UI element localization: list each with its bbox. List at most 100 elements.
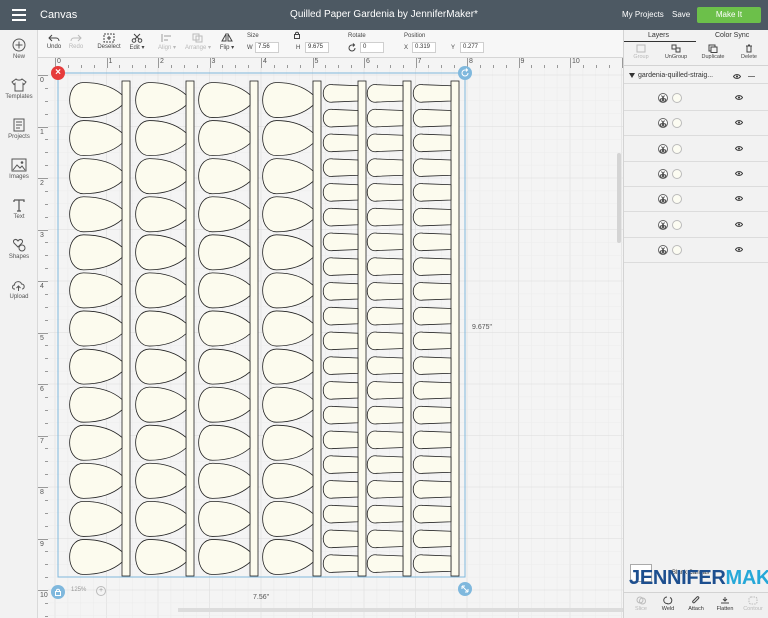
petal-strip	[135, 80, 195, 577]
sidebar-item-shapes[interactable]: Shapes	[0, 238, 38, 260]
height-field[interactable]: 9.675	[305, 42, 329, 53]
caret-down-icon[interactable]	[629, 73, 635, 78]
undo-button[interactable]: Undo	[44, 33, 64, 50]
petal-shape	[366, 183, 404, 202]
layer-row[interactable]	[624, 86, 768, 111]
layer-color-swatch[interactable]	[672, 143, 682, 154]
layer-row[interactable]	[624, 237, 768, 263]
flip-menu[interactable]: Flip ▾	[216, 33, 238, 51]
petal-shape	[412, 356, 452, 375]
undo-icon	[48, 34, 60, 42]
panel-tabs: Layers Color Sync	[624, 30, 768, 42]
flatten-button[interactable]: Flatten	[713, 596, 737, 612]
scissors-icon	[659, 95, 667, 102]
layer-group-row[interactable]: gardenia-quilled-straig...	[624, 70, 768, 84]
eye-icon[interactable]	[733, 74, 741, 79]
design-canvas[interactable]: 01234567891011012345678910 9.675" 7.56" …	[38, 58, 623, 618]
tab-layers[interactable]: Layers	[648, 32, 669, 39]
layer-row[interactable]	[624, 161, 768, 187]
my-projects-link[interactable]: My Projects	[622, 10, 664, 19]
sidebar-item-new[interactable]: New	[0, 38, 38, 60]
layer-color-swatch[interactable]	[672, 168, 682, 179]
eye-icon[interactable]	[735, 145, 743, 151]
strip-spine	[121, 80, 131, 577]
paperclip-icon	[692, 596, 700, 604]
ruler-tick	[299, 65, 301, 68]
layer-color-swatch[interactable]	[672, 194, 682, 205]
petal-shape	[322, 109, 359, 128]
lock-handle[interactable]	[51, 585, 65, 599]
canvas-drawing[interactable]	[38, 58, 623, 618]
align-menu[interactable]: Align ▾	[156, 33, 178, 51]
eye-icon[interactable]	[735, 171, 743, 176]
ungroup-button[interactable]: UnGroup	[662, 44, 690, 60]
sidebar-item-templates[interactable]: Templates	[0, 78, 38, 100]
scissors-icon	[659, 171, 667, 178]
ruler-tick	[45, 345, 48, 347]
layer-color-swatch[interactable]	[672, 93, 682, 103]
slice-button[interactable]: Slice	[630, 596, 652, 612]
layer-color-swatch[interactable]	[672, 244, 682, 255]
tab-color-sync[interactable]: Color Sync	[715, 32, 749, 39]
cut-operation-icon[interactable]	[658, 168, 668, 179]
layer-row[interactable]	[624, 111, 768, 137]
eye-icon[interactable]	[735, 95, 743, 100]
zoom-in-button[interactable]: +	[96, 586, 106, 596]
petal-shape	[366, 480, 404, 499]
attach-button[interactable]: Attach	[685, 596, 707, 612]
redo-button[interactable]: Redo	[66, 33, 86, 50]
position-label: Position	[404, 33, 426, 39]
ruler-tick	[351, 65, 353, 68]
layer-color-swatch[interactable]	[672, 118, 682, 129]
cut-operation-icon[interactable]	[658, 143, 668, 154]
petal-shape	[322, 356, 359, 375]
watermark-logo: JENNIFERMAKER	[629, 567, 768, 590]
sidebar-item-projects[interactable]: Projects	[0, 118, 38, 140]
eye-icon[interactable]	[735, 221, 743, 227]
ruler-tick-label: 10	[40, 592, 48, 599]
width-field[interactable]: 7.56	[255, 42, 279, 53]
ruler-tick	[45, 422, 48, 424]
cut-operation-icon[interactable]	[658, 194, 668, 205]
make-it-button[interactable]: Make It	[697, 7, 761, 23]
group-button[interactable]: Group	[628, 44, 654, 60]
layer-row[interactable]	[624, 136, 768, 162]
vertical-scrollbar[interactable]	[617, 153, 621, 243]
sidebar-item-images[interactable]: Images	[0, 158, 38, 180]
close-handle[interactable]: ×	[51, 66, 65, 80]
save-button[interactable]: Save	[672, 10, 690, 19]
rotate-field[interactable]: 0	[360, 42, 384, 53]
flip-label: Flip	[219, 45, 230, 51]
y-field[interactable]: 0.277	[460, 42, 484, 53]
eye-icon[interactable]	[735, 120, 743, 126]
edit-menu[interactable]: Edit ▾	[126, 33, 148, 51]
petal-shape	[198, 196, 251, 233]
sidebar-item-text[interactable]: Text	[0, 198, 38, 220]
cut-operation-icon[interactable]	[658, 118, 668, 129]
collapse-icon[interactable]	[748, 76, 755, 77]
lock-icon[interactable]	[293, 31, 301, 39]
x-field[interactable]: 0.319	[412, 42, 436, 53]
weld-button[interactable]: Weld	[657, 596, 679, 612]
cut-operation-icon[interactable]	[658, 93, 668, 103]
petal-shape	[198, 500, 251, 537]
deselect-button[interactable]: Deselect	[96, 33, 122, 50]
eye-icon[interactable]	[735, 246, 743, 252]
layer-row[interactable]	[624, 187, 768, 213]
height-label: H	[296, 45, 301, 51]
eye-icon[interactable]	[735, 196, 743, 202]
sidebar-item-upload[interactable]: Upload	[0, 278, 38, 300]
layer-color-swatch[interactable]	[672, 219, 682, 230]
cut-operation-icon[interactable]	[658, 244, 668, 255]
layer-row[interactable]	[624, 212, 768, 238]
contour-button[interactable]: Contour	[740, 596, 766, 612]
horizontal-scrollbar[interactable]	[178, 608, 623, 612]
chevron-down-icon: ▾	[173, 45, 177, 51]
duplicate-button[interactable]: Duplicate	[698, 44, 728, 60]
arrange-menu[interactable]: Arrange ▾	[184, 33, 212, 51]
resize-handle[interactable]	[458, 582, 472, 596]
petal-shape	[412, 109, 452, 128]
rotate-handle[interactable]	[458, 66, 472, 80]
delete-button[interactable]: Delete	[736, 44, 762, 60]
cut-operation-icon[interactable]	[658, 219, 668, 230]
